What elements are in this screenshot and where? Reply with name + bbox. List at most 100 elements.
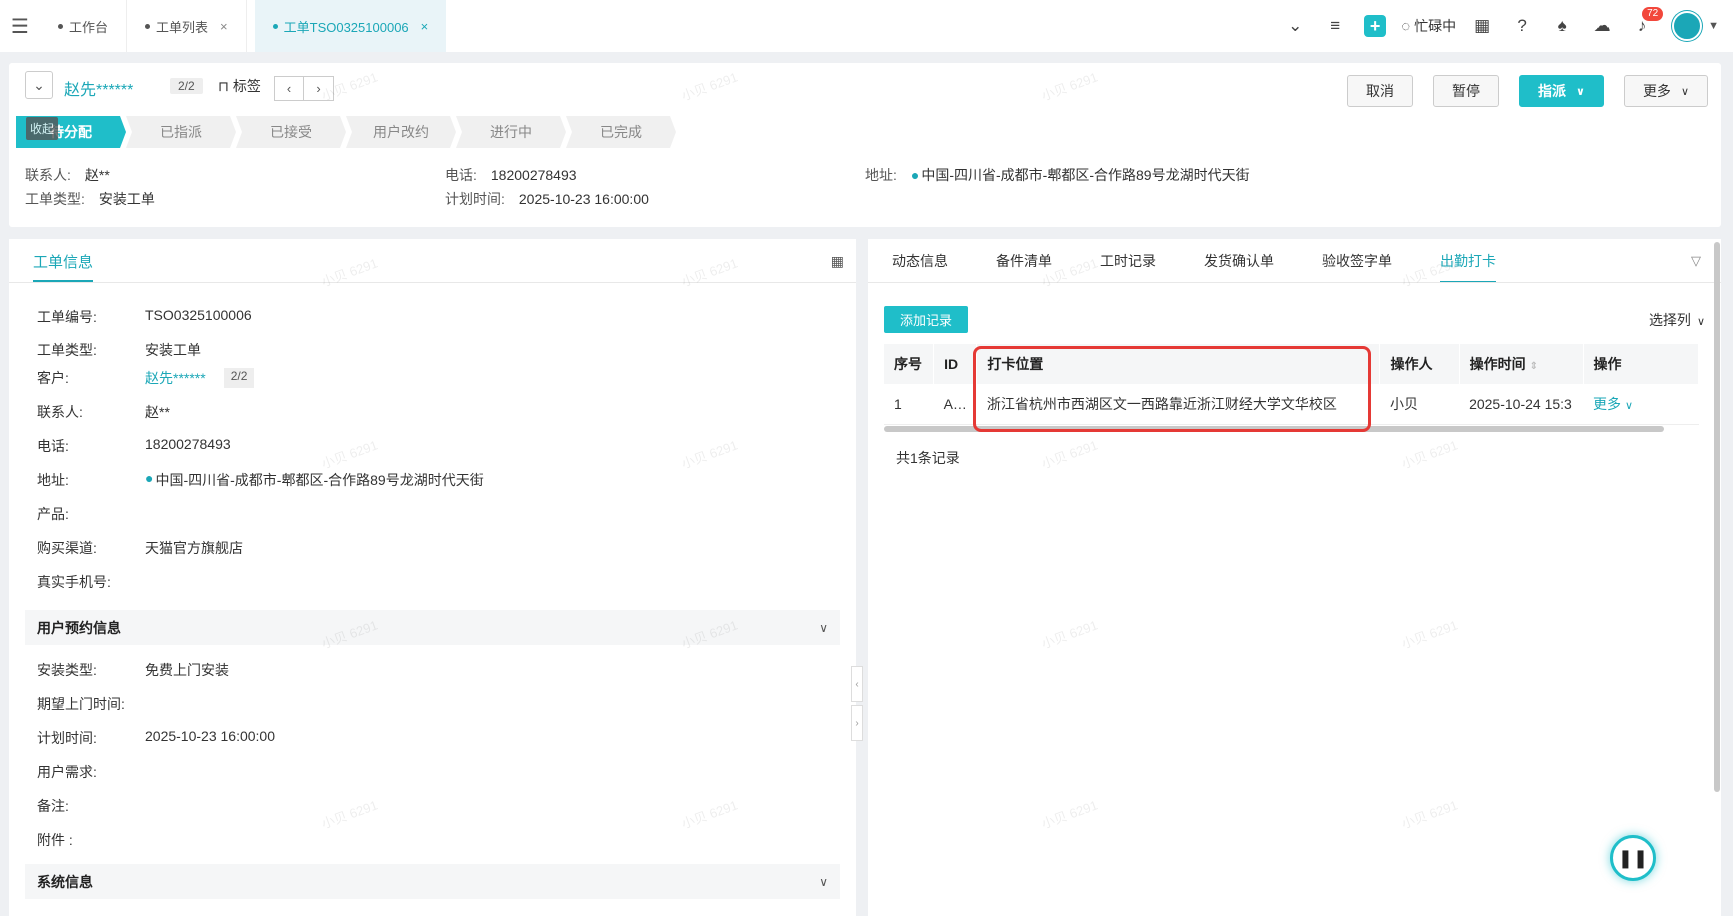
more-action-link[interactable]: 更多 — [1593, 396, 1621, 412]
tab-parts[interactable]: 备件清单 — [996, 251, 1052, 283]
header-actions: 取消 暂停 指派 ∨ 更多 ∨ — [1327, 75, 1708, 107]
tab-ticket-detail[interactable]: 工单TSO0325100006 × — [254, 0, 447, 52]
field-label: 地址: — [37, 472, 69, 488]
tab-worktime[interactable]: 工时记录 — [1100, 251, 1156, 283]
chevron-down-icon: ∨ — [1576, 85, 1585, 98]
list-icon[interactable]: ≡ — [1315, 0, 1355, 52]
cancel-button[interactable]: 取消 — [1347, 75, 1413, 107]
count-badge: 2/2 — [170, 78, 203, 94]
help-icon[interactable]: ? — [1502, 0, 1542, 52]
step-in-progress: 进行中 — [456, 116, 566, 148]
dispatch-button[interactable]: 指派 ∨ — [1519, 75, 1604, 107]
divider — [868, 282, 1721, 283]
phone-label: 电话: — [445, 167, 477, 183]
plan-info: 计划时间: 2025-10-23 16:00:00 — [445, 189, 649, 209]
phone-value: 18200278493 — [490, 167, 577, 183]
vertical-scrollbar[interactable] — [1714, 242, 1720, 792]
tab-workbench[interactable]: 工作台 — [40, 0, 128, 52]
menu-toggle-icon[interactable]: ☰ — [0, 0, 40, 52]
calendar-icon[interactable]: ▦ — [1462, 0, 1502, 52]
pause-icon: ❚❚ — [1617, 847, 1649, 868]
field-value: 2025-10-23 16:00:00 — [145, 728, 275, 744]
field-label: 工单编号: — [37, 309, 97, 325]
tab-dot — [145, 23, 151, 29]
status-steps: 待分配 已指派 已接受 用户改约 进行中 已完成 — [16, 116, 676, 148]
tab-ticket-info[interactable]: 工单信息 — [33, 251, 94, 282]
tab-attendance[interactable]: 出勤打卡 — [1440, 251, 1496, 283]
field-label: 附件 : — [37, 832, 73, 848]
chevron-down-icon: ∨ — [1680, 85, 1689, 98]
chevron-down-icon[interactable]: ∨ — [1625, 400, 1633, 412]
field-label: 备注: — [37, 798, 69, 814]
type-label: 工单类型: — [25, 191, 85, 207]
tab-ticket-list[interactable]: 工单列表 × — [127, 0, 247, 52]
notification-icon[interactable]: ♪ 72 — [1622, 0, 1664, 52]
field-expected-time: 期望上门时间: — [37, 694, 145, 714]
bell-shape-icon[interactable]: ♠ — [1542, 0, 1582, 52]
cell-action: 更多 ∨ — [1583, 384, 1699, 425]
close-icon[interactable]: × — [421, 19, 429, 34]
col-index: 序号 — [884, 344, 935, 384]
customer-name-link[interactable]: 赵先****** — [64, 76, 133, 100]
filter-icon[interactable]: ▽ — [1691, 253, 1701, 269]
divider — [9, 282, 856, 283]
field-label: 购买渠道: — [37, 540, 97, 556]
add-record-button[interactable]: 添加记录 — [884, 306, 969, 333]
field-contact: 联系人: 赵** — [37, 402, 170, 422]
add-button[interactable]: + — [1355, 0, 1395, 52]
caret-down-icon[interactable]: ▼ — [1708, 20, 1719, 32]
address-info: 地址: ● 中国-四川省-成都市-郫都区-合作路89号龙湖时代天街 — [865, 165, 1250, 185]
more-button[interactable]: 更多 ∨ — [1623, 75, 1708, 107]
avatar[interactable] — [1672, 11, 1703, 41]
prev-icon[interactable]: ‹ — [274, 76, 304, 101]
horizontal-scrollbar[interactable] — [884, 426, 1664, 432]
chevron-down-icon: ∨ — [1696, 316, 1705, 328]
customer-link[interactable]: 赵先****** — [145, 368, 206, 388]
field-user-needs: 用户需求: — [37, 762, 145, 782]
step-assigned: 已指派 — [126, 116, 236, 148]
status-selector[interactable]: ◌ 忙碌中 — [1395, 16, 1462, 36]
ticket-info-panel: 工单信息 ▦ 工单编号: TSO0325100006 工单类型: 安装工单 客户: 赵… — [9, 239, 856, 916]
field-install-type: 安装类型: 免费上门安装 — [37, 660, 229, 680]
col-time[interactable]: 操作时间 ⇕ — [1459, 344, 1584, 384]
field-label: 用户需求: — [37, 764, 97, 780]
tab-label: 工作台 — [69, 19, 109, 35]
field-value: TSO0325100006 — [145, 307, 252, 323]
field-value: 中国-四川省-成都市-郫都区-合作路89号龙湖时代天街 — [155, 472, 484, 488]
record-navigator: ‹ › — [274, 76, 334, 101]
next-icon[interactable]: › — [304, 76, 334, 101]
sort-icon[interactable]: ⇕ — [1530, 361, 1538, 372]
dispatch-label: 指派 — [1538, 83, 1566, 99]
tab-shipping[interactable]: 发货确认单 — [1204, 251, 1274, 283]
field-value: 18200278493 — [145, 436, 231, 452]
select-columns-dropdown[interactable]: 选择列 ∨ — [1649, 310, 1705, 330]
calendar-icon[interactable]: ▦ — [831, 253, 844, 270]
more-label: 更多 — [1642, 83, 1671, 99]
plan-value: 2025-10-23 16:00:00 — [518, 191, 649, 207]
field-value: 天猫官方旗舰店 — [145, 540, 243, 556]
cloud-upload-icon[interactable]: ☁ — [1582, 0, 1622, 52]
field-value: 赵** — [145, 404, 170, 420]
chevron-down-icon: ∨ — [819, 874, 828, 889]
collapse-button[interactable]: ⌄ — [25, 71, 53, 99]
step-rescheduled: 用户改约 — [346, 116, 456, 148]
field-label: 安装类型: — [37, 662, 97, 678]
field-ticket-no: 工单编号: TSO0325100006 — [37, 307, 252, 327]
col-time-label: 操作时间 — [1469, 356, 1526, 372]
collapse-left-icon[interactable]: ‹ — [851, 666, 863, 702]
section-appointment[interactable]: 用户预约信息 ∨ — [25, 610, 840, 645]
pause-float-button[interactable]: ❚❚ — [1610, 835, 1656, 881]
pause-button[interactable]: 暂停 — [1433, 75, 1499, 107]
field-label: 真实手机号: — [37, 574, 111, 590]
close-icon[interactable]: × — [220, 19, 228, 34]
chevron-down-icon[interactable]: ⌄ — [1275, 0, 1315, 52]
field-customer: 客户: 赵先****** 2/2 — [37, 368, 255, 388]
field-product: 产品: — [37, 504, 145, 524]
section-system-info[interactable]: 系统信息 ∨ — [25, 864, 840, 899]
tab-activity[interactable]: 动态信息 — [892, 251, 948, 283]
expand-right-icon[interactable]: › — [851, 705, 863, 741]
step-accepted: 已接受 — [236, 116, 346, 148]
tag-button[interactable]: ⊓ 标签 — [218, 76, 261, 96]
tab-acceptance[interactable]: 验收签字单 — [1322, 251, 1392, 283]
bookmark-icon: ⊓ — [218, 78, 233, 94]
